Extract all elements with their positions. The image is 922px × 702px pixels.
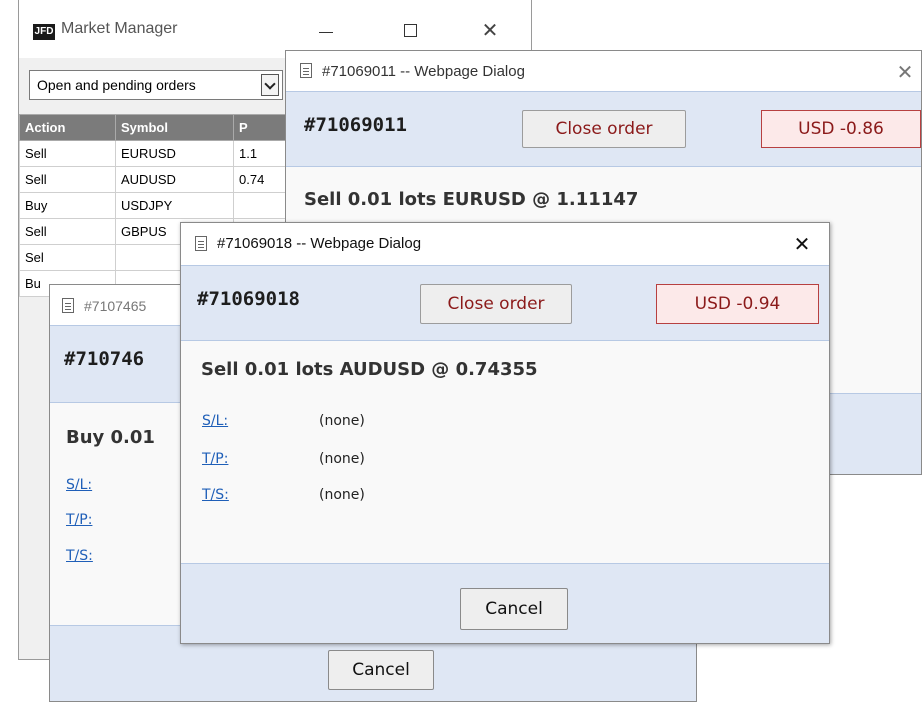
order-number: #710746 bbox=[64, 348, 145, 370]
stop-loss-value: (none) bbox=[319, 413, 365, 429]
page-icon bbox=[62, 298, 74, 313]
cell-action: Buy bbox=[19, 192, 116, 219]
order-header-band: #71069011 Close order USD -0.86 bbox=[286, 91, 921, 167]
dialog-footer-band: Cancel bbox=[181, 563, 829, 643]
column-header-symbol[interactable]: Symbol bbox=[115, 114, 234, 141]
order-summary: Sell 0.01 lots AUDUSD @ 0.74355 bbox=[201, 359, 538, 380]
page-icon bbox=[300, 63, 312, 78]
chevron-down-icon[interactable] bbox=[261, 74, 279, 96]
cancel-button[interactable]: Cancel bbox=[460, 588, 568, 630]
cell-symbol: USDJPY bbox=[115, 192, 234, 219]
take-profit-value: (none) bbox=[319, 451, 365, 467]
table-row[interactable]: Sell EURUSD 1.1 bbox=[19, 140, 300, 167]
trailing-stop-link[interactable]: T/S: bbox=[202, 487, 229, 503]
cancel-button[interactable]: Cancel bbox=[328, 650, 434, 690]
table-row[interactable]: Sell AUDUSD 0.74 bbox=[19, 166, 300, 193]
maximize-button[interactable] bbox=[395, 18, 425, 44]
order-filter-value: Open and pending orders bbox=[37, 77, 196, 93]
profit-loss-value: USD -0.94 bbox=[656, 284, 819, 324]
orders-table-header: Action Symbol P bbox=[19, 114, 300, 141]
table-row[interactable]: Buy USDJPY bbox=[19, 192, 300, 219]
close-icon[interactable]: ✕ bbox=[789, 231, 815, 257]
take-profit-link[interactable]: T/P: bbox=[66, 512, 92, 528]
order-number: #71069011 bbox=[304, 114, 407, 136]
take-profit-link[interactable]: T/P: bbox=[202, 451, 228, 467]
dialog-title: #71069018 -- Webpage Dialog bbox=[217, 235, 422, 252]
cell-symbol: EURUSD bbox=[115, 140, 234, 167]
order-summary: Buy 0.01 bbox=[66, 427, 155, 448]
dialog-title: #71069011 -- Webpage Dialog bbox=[322, 63, 525, 80]
minimize-button[interactable] bbox=[311, 18, 341, 44]
order-dialog-71069018: #71069018 -- Webpage Dialog ✕ #71069018 … bbox=[180, 222, 830, 644]
cell-action: Sell bbox=[19, 218, 116, 245]
column-header-action[interactable]: Action bbox=[19, 114, 116, 141]
stop-loss-link[interactable]: S/L: bbox=[202, 413, 228, 429]
trailing-stop-value: (none) bbox=[319, 487, 365, 503]
close-button[interactable]: ✕ bbox=[475, 18, 505, 44]
window-title: Market Manager bbox=[61, 20, 178, 37]
close-icon[interactable]: ✕ bbox=[892, 59, 918, 85]
profit-loss-value: USD -0.86 bbox=[761, 110, 921, 148]
dialog-titlebar[interactable]: #71069011 -- Webpage Dialog ✕ bbox=[286, 51, 921, 91]
cell-symbol: AUDUSD bbox=[115, 166, 234, 193]
page-icon bbox=[195, 236, 207, 251]
stop-loss-link[interactable]: S/L: bbox=[66, 477, 92, 493]
cell-action: Sell bbox=[19, 140, 116, 167]
order-summary: Sell 0.01 lots EURUSD @ 1.11147 bbox=[304, 189, 639, 210]
close-order-button[interactable]: Close order bbox=[420, 284, 572, 324]
order-number: #71069018 bbox=[197, 288, 300, 310]
order-header-band: #71069018 Close order USD -0.94 bbox=[181, 265, 829, 341]
trailing-stop-link[interactable]: T/S: bbox=[66, 548, 93, 564]
cell-action: Sell bbox=[19, 166, 116, 193]
close-order-button[interactable]: Close order bbox=[522, 110, 686, 148]
order-filter-select[interactable]: Open and pending orders bbox=[29, 70, 283, 100]
cell-action: Sel bbox=[19, 244, 116, 271]
jfd-logo-icon: JFD bbox=[33, 24, 55, 40]
dialog-titlebar[interactable]: #71069018 -- Webpage Dialog ✕ bbox=[181, 223, 829, 265]
dialog-title: #7107465 bbox=[84, 298, 147, 314]
